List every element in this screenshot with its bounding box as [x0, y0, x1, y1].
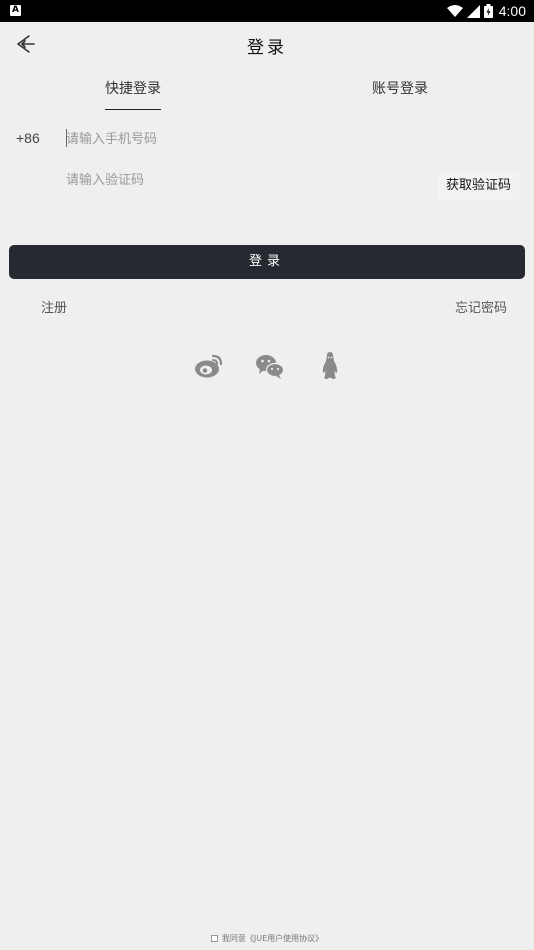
tab-label: 快捷登录: [105, 81, 161, 97]
battery-icon: [483, 4, 493, 18]
weibo-icon: [195, 354, 223, 378]
verification-code-row: 获取验证码: [0, 168, 534, 202]
agreement-text[interactable]: 我同意《JUE用户使用协议》: [222, 934, 323, 943]
status-time: 4:00: [498, 3, 526, 19]
agreement-checkbox[interactable]: [210, 935, 218, 942]
app-notification-icon: A: [10, 5, 21, 16]
tab-quick-login[interactable]: 快捷登录: [105, 78, 161, 110]
login-button[interactable]: 登录: [9, 245, 525, 279]
forgot-password-link[interactable]: 忘记密码: [455, 297, 507, 316]
page-title: 登录: [247, 38, 287, 58]
tab-account-login[interactable]: 账号登录: [372, 78, 428, 110]
user-agreement: 我同意《JUE用户使用协议》: [0, 933, 534, 944]
tab-label: 账号登录: [372, 81, 428, 97]
country-code[interactable]: +86: [16, 130, 40, 146]
phone-row: +86: [0, 124, 534, 154]
weibo-login-button[interactable]: [194, 352, 224, 380]
header: 登录: [0, 22, 534, 66]
wechat-login-button[interactable]: [255, 352, 285, 380]
status-indicators: 4:00: [446, 0, 526, 22]
text-cursor: [66, 129, 67, 147]
wifi-icon: [446, 4, 463, 17]
tab-active-indicator: [105, 109, 161, 110]
verification-code-input[interactable]: [66, 168, 366, 192]
qq-icon: [322, 352, 338, 379]
qq-login-button[interactable]: [315, 352, 345, 380]
wechat-icon: [256, 355, 285, 379]
login-tabs: 快捷登录 账号登录: [0, 78, 534, 112]
register-link[interactable]: 注册: [41, 297, 67, 316]
phone-input[interactable]: [66, 127, 426, 151]
signal-icon: [466, 4, 480, 18]
status-bar: A 4:00: [0, 0, 534, 22]
get-code-button[interactable]: 获取验证码: [438, 172, 520, 200]
